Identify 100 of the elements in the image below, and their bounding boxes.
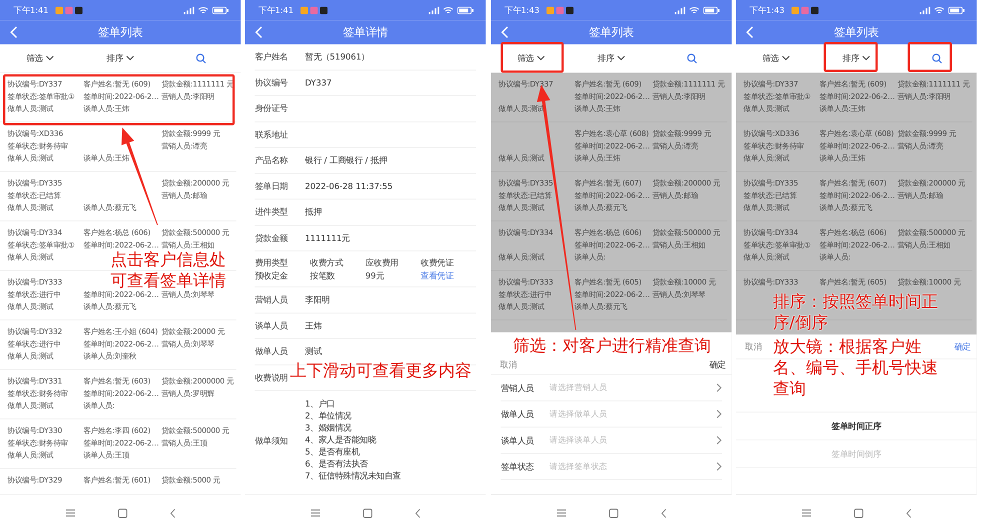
field-label: 客户姓名 bbox=[255, 51, 290, 62]
sort-option[interactable]: 签单时间正序 bbox=[736, 412, 977, 440]
field-value: 测试 bbox=[305, 346, 322, 358]
back-icon[interactable] bbox=[169, 508, 176, 518]
fee-value: 99元 bbox=[366, 270, 386, 281]
confirm-button[interactable]: 确定 bbox=[954, 340, 971, 352]
status-time: 下午1:41 bbox=[14, 4, 49, 16]
caret-icon bbox=[782, 56, 790, 61]
field-label: 签单日期 bbox=[255, 180, 290, 192]
menu-icon[interactable] bbox=[801, 508, 812, 518]
status-time: 下午1:43 bbox=[504, 4, 540, 16]
battery-icon bbox=[948, 6, 965, 14]
field-value: 1111111元 bbox=[305, 232, 350, 244]
sort-dropdown[interactable]: 排序 bbox=[571, 44, 652, 72]
battery-icon bbox=[458, 6, 474, 14]
wifi-icon bbox=[688, 6, 700, 14]
field-label: 产品名称 bbox=[255, 154, 290, 166]
field-label: 进件类型 bbox=[255, 206, 290, 218]
menu-icon[interactable] bbox=[310, 508, 321, 518]
back-icon[interactable] bbox=[414, 508, 422, 518]
battery-icon bbox=[703, 6, 720, 14]
wifi-icon bbox=[198, 6, 208, 14]
notification-icons bbox=[791, 6, 818, 14]
fee-header: 收费凭证 bbox=[421, 256, 456, 268]
menu-icon[interactable] bbox=[556, 508, 566, 518]
highlight-frame bbox=[908, 42, 952, 72]
fee-header: 费用类型 bbox=[255, 256, 290, 268]
field-label: 身份证号 bbox=[255, 102, 290, 114]
chevron-right-icon bbox=[716, 410, 722, 418]
cancel-button[interactable]: 取消 bbox=[745, 340, 762, 352]
caret-icon bbox=[536, 56, 545, 61]
search-icon[interactable] bbox=[932, 52, 942, 64]
note-item: 7、征信特殊情况未知自查 bbox=[305, 470, 402, 482]
field-value: 银行 / 工商银行 / 抵押 bbox=[305, 154, 388, 166]
back-icon[interactable] bbox=[254, 26, 265, 38]
notification-icons bbox=[55, 6, 82, 14]
note-item: 5、是否有座机 bbox=[305, 446, 362, 458]
home-icon[interactable] bbox=[117, 508, 128, 518]
caret-icon bbox=[616, 56, 626, 61]
note-item: 2、单位情况 bbox=[305, 410, 353, 422]
note-item: 1、户口 bbox=[305, 398, 336, 410]
field-label: 做单须知 bbox=[255, 434, 290, 446]
signal-icon bbox=[920, 6, 930, 14]
view-receipt-link[interactable]: 查看凭证 bbox=[421, 270, 476, 281]
chevron-right-icon bbox=[716, 462, 722, 471]
filter-label: 做单人员 bbox=[500, 408, 535, 420]
home-icon[interactable] bbox=[362, 508, 373, 518]
back-icon[interactable] bbox=[660, 508, 667, 518]
home-icon[interactable] bbox=[854, 508, 864, 518]
page-title: 签单列表 bbox=[588, 25, 634, 40]
signal-icon bbox=[184, 6, 194, 14]
field-value: 2022-06-28 11:37:55 bbox=[305, 181, 393, 192]
filter-dropdown[interactable]: 筛选 bbox=[736, 44, 816, 72]
annotation-text: 上下滑动可查看更多内容 bbox=[290, 360, 473, 382]
signal-icon bbox=[429, 6, 440, 14]
chevron-right-icon bbox=[716, 383, 722, 392]
highlight-frame bbox=[824, 42, 878, 72]
page-title: 签单列表 bbox=[98, 25, 143, 40]
note-item: 3、婚姻情况 bbox=[305, 422, 353, 434]
filter-label: 谈单人员 bbox=[500, 434, 535, 446]
back-icon[interactable] bbox=[500, 26, 510, 38]
note-item: 6、是否有法执否 bbox=[305, 458, 370, 470]
cancel-button[interactable]: 取消 bbox=[500, 358, 516, 370]
field-label: 贷款金额 bbox=[255, 232, 290, 244]
field-label: 做单人员 bbox=[255, 346, 290, 358]
fee-value: 按笔数 bbox=[310, 270, 336, 281]
back-icon[interactable] bbox=[905, 508, 912, 518]
confirm-button[interactable]: 确定 bbox=[709, 358, 726, 370]
field-value: 暂无（519061） bbox=[305, 51, 370, 62]
caret-icon bbox=[862, 56, 870, 61]
field-label: 营销人员 bbox=[255, 294, 290, 306]
home-icon[interactable] bbox=[608, 508, 618, 518]
sort-dropdown[interactable]: 排序 bbox=[80, 44, 160, 72]
page-title: 签单详情 bbox=[343, 25, 388, 40]
notification-icons bbox=[546, 6, 574, 14]
status-time: 下午1:43 bbox=[750, 4, 785, 16]
notification-icons bbox=[300, 6, 328, 14]
caret-icon bbox=[126, 56, 134, 61]
menu-icon[interactable] bbox=[64, 508, 76, 518]
filter-dropdown[interactable]: 筛选 bbox=[0, 44, 80, 72]
annotation-text: 放大镜：根据客户姓名、编号、手机号快速查询 bbox=[772, 336, 939, 400]
field-label: 谈单人员 bbox=[255, 320, 290, 332]
field-value: DY337 bbox=[305, 78, 332, 88]
annotation-text: 排序：按照签单时间正序/倒序 bbox=[772, 292, 939, 334]
fee-header: 应收费用 bbox=[366, 256, 400, 268]
search-icon[interactable] bbox=[686, 52, 697, 64]
search-icon[interactable] bbox=[195, 52, 206, 64]
note-item: 4、家人是否能知晓 bbox=[305, 434, 378, 446]
page-title: 签单列表 bbox=[834, 25, 880, 40]
highlight-frame bbox=[500, 42, 564, 73]
fee-header: 收费方式 bbox=[310, 256, 344, 268]
wifi-icon bbox=[934, 6, 945, 14]
caret-icon bbox=[46, 56, 54, 61]
field-value: 李阳明 bbox=[305, 294, 330, 306]
back-icon[interactable] bbox=[9, 26, 20, 38]
signal-icon bbox=[674, 6, 686, 14]
back-icon[interactable] bbox=[745, 26, 756, 38]
annotation-text: 筛选：对客户进行精准查询 bbox=[512, 336, 712, 357]
field-label: 收费说明 bbox=[255, 372, 290, 384]
field-label: 协议编号 bbox=[255, 77, 290, 88]
